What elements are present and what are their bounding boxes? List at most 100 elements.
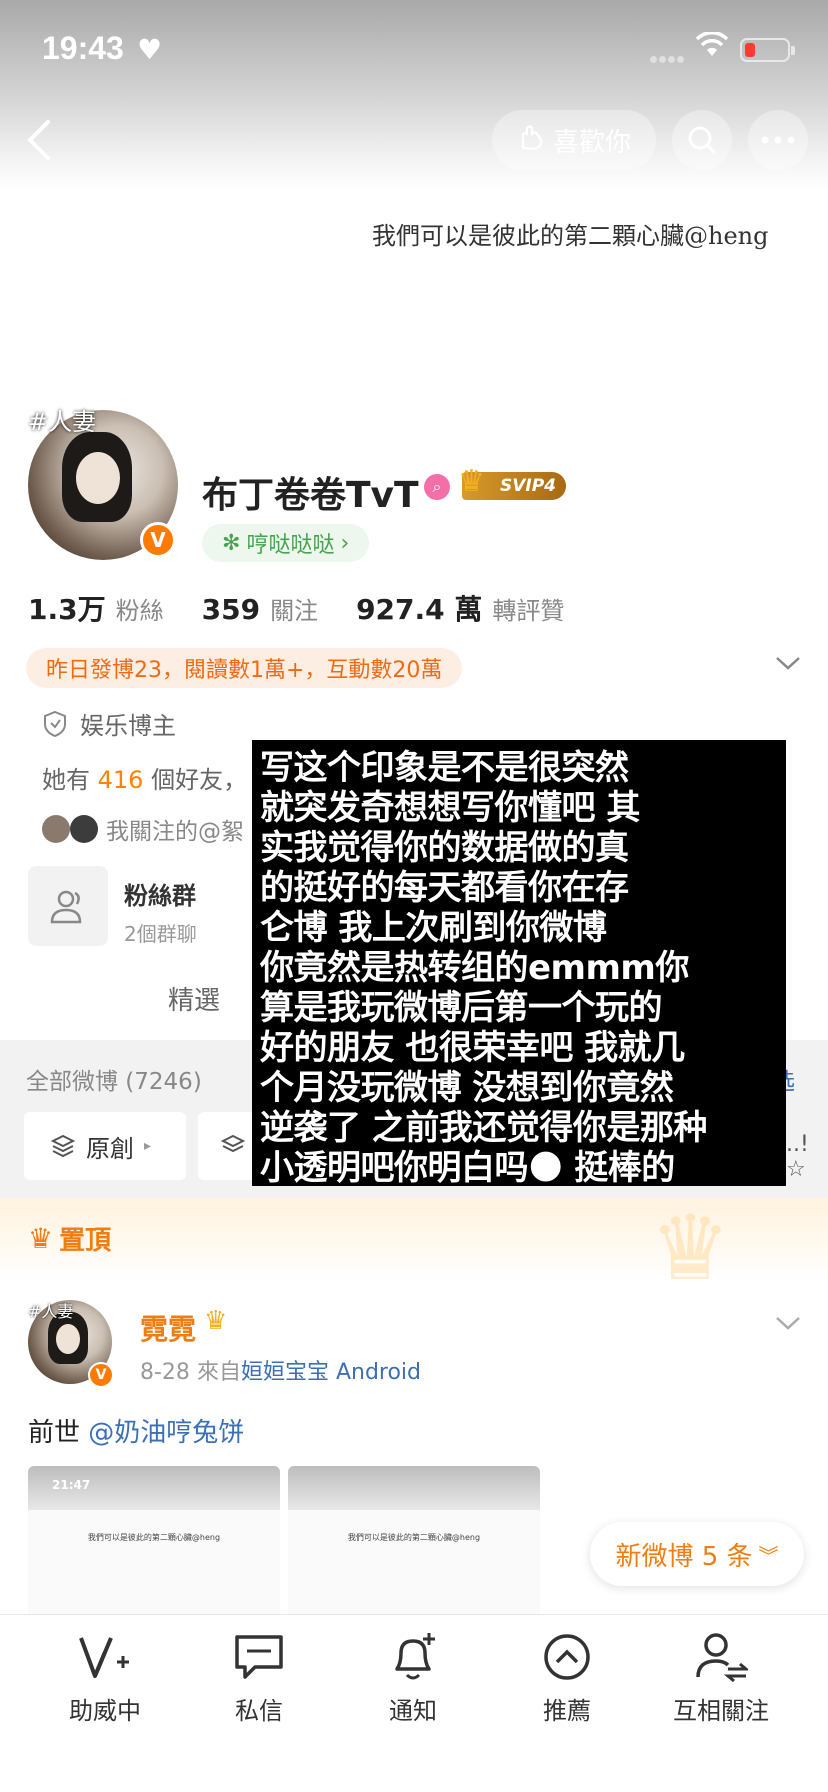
all-posts-count[interactable]: 全部微博 (7246) <box>26 1062 202 1096</box>
post-meta: 8-28 來自姮姮宝宝 Android <box>140 1354 421 1386</box>
search-button[interactable] <box>672 110 732 170</box>
overlay-text-line: 你竟然是热转组的emmm你 <box>260 948 689 988</box>
category-label: 娱乐博主 <box>80 712 176 740</box>
double-chevron-down-icon: ︾ <box>758 1543 779 1568</box>
signal-icon <box>650 48 690 63</box>
overlay-text-line: 小透明吧你明白吗🌑 挺棒的 <box>260 1148 675 1188</box>
overlay-text-line: 仑博 我上次刷到你微博 <box>260 908 607 948</box>
back-arrow-icon[interactable] <box>22 118 56 162</box>
post-image-thumbnail[interactable]: 我們可以是彼此的第二顆心臟@heng <box>288 1466 540 1616</box>
recommend-label: 推薦 <box>543 1697 591 1725</box>
more-button[interactable] <box>748 110 808 170</box>
message-button[interactable]: 私信 <box>194 1629 324 1726</box>
overlay-text-line: 写这个印象是不是很突然 <box>260 748 629 788</box>
message-icon <box>194 1629 324 1685</box>
fans-group-icon[interactable] <box>28 866 108 946</box>
custom-tag-label: 哼哒哒哒 <box>246 533 335 558</box>
battery-low-icon <box>740 38 795 62</box>
more-dots-icon <box>761 136 795 144</box>
crown-icon: ♛ <box>28 1222 54 1255</box>
like-you-button[interactable]: 喜歡你 <box>492 110 656 170</box>
friends-row[interactable]: 她有 416 個好友， <box>42 760 247 795</box>
crown-icon: ♛ <box>458 464 485 499</box>
category-row[interactable]: 娱乐博主 <box>42 706 176 741</box>
fans-group-title[interactable]: 粉絲群 <box>124 876 196 911</box>
status-time: 19:43 <box>42 30 124 66</box>
overlay-text-line: 个月没玩微博 没想到你竟然 <box>260 1068 674 1108</box>
tab-featured[interactable]: 精選 <box>168 980 220 1017</box>
post-from: 來自 <box>196 1360 241 1385</box>
chevron-right-icon: › <box>340 530 350 556</box>
friends-count: 416 <box>97 766 144 794</box>
mutual-follow-row[interactable]: 我關注的@絮 <box>42 812 244 846</box>
activity-highlight[interactable]: 昨日發博23，閱讀數1萬+，互動數20萬 <box>26 648 463 688</box>
mutual-follow-label: 互相關注 <box>673 1697 769 1725</box>
post-source[interactable]: 姮姮宝宝 Android <box>241 1360 421 1385</box>
svip-label: SVIP4 <box>500 476 557 496</box>
message-label: 私信 <box>235 1697 283 1725</box>
post-text: 前世 @奶油哼兔饼 <box>28 1412 244 1449</box>
overlay-text-line: 就突发奇想想写你懂吧 其 <box>260 788 640 828</box>
post-text-prefix: 前世 <box>28 1418 81 1448</box>
fans-group-subtitle: 2個群聊 <box>124 922 197 946</box>
filter-chip-overflow[interactable]: ..!☆ <box>786 1132 828 1182</box>
post-mention[interactable]: @奶油哼兔饼 <box>88 1418 244 1448</box>
pinned-text: 置頂 <box>59 1226 112 1256</box>
reposts-likes-count: 927.4 萬 <box>356 593 483 626</box>
bottom-action-bar: 助威中 私信 通知 推薦 互相關注 <box>0 1614 828 1792</box>
followers-count[interactable]: 1.3万 <box>28 588 106 628</box>
cheer-v-icon <box>40 1629 170 1685</box>
wifi-icon <box>695 31 729 62</box>
like-you-label: 喜歡你 <box>552 127 631 158</box>
overlay-text-line: 算是我玩微博后第一个玩的 <box>260 988 663 1028</box>
mini-avatar <box>70 815 98 843</box>
overlay-text-line: 好的朋友 也很荣幸吧 我就几 <box>260 1028 685 1068</box>
cheer-label: 助威中 <box>69 1697 141 1725</box>
chevron-down-icon[interactable] <box>774 1314 802 1336</box>
caret-right-icon: ▸ <box>144 1138 152 1154</box>
heart-icon: ♥ <box>137 33 163 66</box>
recommend-button[interactable]: 推薦 <box>502 1629 632 1726</box>
mutual-follow-text: 我關注的@絮 <box>106 819 244 845</box>
friends-prefix: 她有 <box>42 766 90 794</box>
cheer-button[interactable]: 助威中 <box>40 1629 170 1726</box>
new-posts-button[interactable]: 新微博 5 条 ︾ <box>590 1522 804 1586</box>
post-image-thumbnail[interactable]: 21:47 我們可以是彼此的第二顆心臟@heng <box>28 1466 280 1616</box>
layers-icon <box>50 1134 76 1158</box>
custom-tag-pill[interactable]: ✻ 哼哒哒哒 › <box>202 524 370 562</box>
status-bar: 19:43 ♥ <box>0 0 828 98</box>
following-label[interactable]: 關注 <box>270 591 318 626</box>
post-avatar-tag: #人妻 <box>28 1302 74 1321</box>
post-author-name[interactable]: 霓霓 <box>140 1308 196 1348</box>
mutual-follow-button[interactable]: 互相關注 <box>656 1629 786 1726</box>
thumbnail-time: 21:47 <box>52 1478 91 1492</box>
overlay-text-line: 逆袭了 之前我还觉得你是那种 <box>260 1108 707 1148</box>
friends-suffix: 個好友， <box>151 766 248 794</box>
profile-bio: 我們可以是彼此的第二顆心臟@heng <box>372 222 769 250</box>
thumbnail-caption: 我們可以是彼此的第二顆心臟@heng <box>87 1533 221 1542</box>
mutual-follow-icon <box>656 1629 786 1685</box>
verified-badge-icon: V <box>88 1362 114 1388</box>
username: 布丁卷卷TvT <box>202 475 419 516</box>
member-search-icon[interactable]: ⌕ <box>424 474 450 500</box>
followers-label[interactable]: 粉絲 <box>116 591 164 626</box>
recommend-up-icon <box>502 1629 632 1685</box>
clover-icon: ✻ <box>222 530 241 556</box>
filter-original-chip[interactable]: 原創 ▸ <box>24 1112 186 1180</box>
overlay-text-line: 的挺好的每天都看你在存 <box>260 868 629 908</box>
mini-avatar <box>42 815 70 843</box>
thumbnail-caption: 我們可以是彼此的第二顆心臟@heng <box>347 1533 481 1542</box>
notify-button[interactable]: 通知 <box>348 1629 478 1726</box>
shield-icon <box>44 710 66 737</box>
layers-icon <box>220 1134 246 1153</box>
new-posts-label: 新微博 5 条 <box>615 1541 753 1572</box>
filter-chip-2[interactable] <box>198 1112 258 1180</box>
profile-stats: 1.3万 粉絲 359 關注 927.4 萬 轉評贊 <box>28 588 602 628</box>
following-count[interactable]: 359 <box>202 593 260 626</box>
pinned-crown-decoration-icon: ♛ <box>650 1196 731 1301</box>
text-overlay: 写这个印象是不是很突然 就突发奇想想写你懂吧 其实我觉得你的数据做的真 的挺好的每天… <box>252 740 786 1188</box>
chevron-down-icon[interactable] <box>774 654 802 676</box>
verified-badge-icon: V <box>140 522 176 558</box>
hand-heart-icon <box>517 122 547 159</box>
post-date: 8-28 <box>140 1360 190 1385</box>
